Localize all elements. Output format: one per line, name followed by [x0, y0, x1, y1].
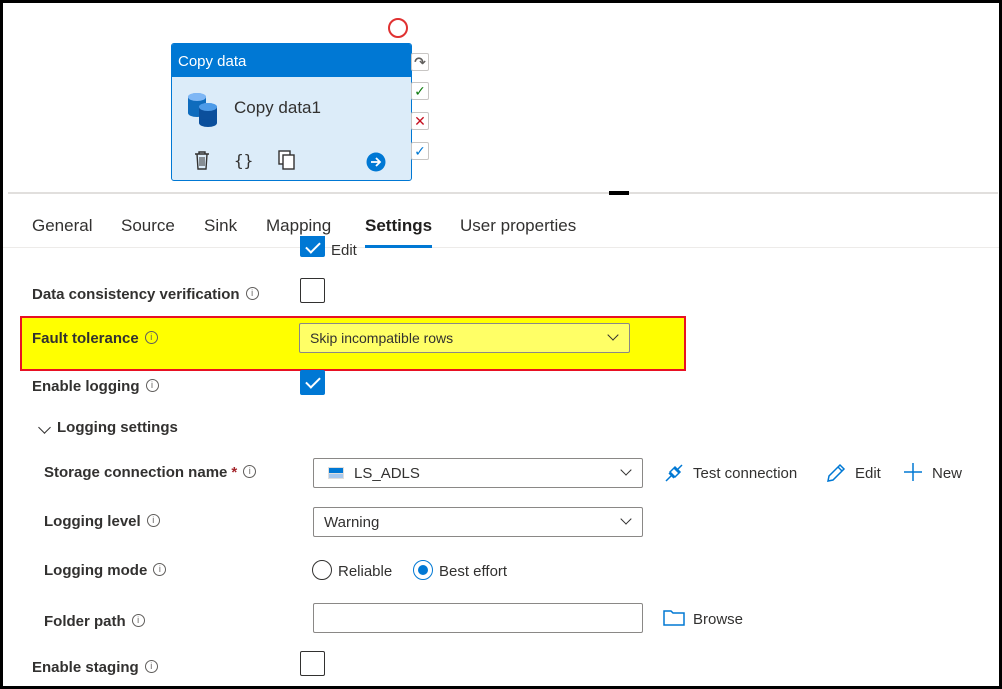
- info-icon[interactable]: i: [243, 465, 257, 478]
- radio-reliable-label: Reliable: [338, 563, 393, 580]
- folder-path-label: Folder path i: [44, 613, 145, 630]
- radio-best-effort-label: Best effort: [439, 563, 508, 580]
- fault-tolerance-label: Fault tolerance i: [32, 330, 158, 347]
- properties-tabs: General Source Sink Mapping Settings Use…: [3, 208, 999, 248]
- chevron-down-icon: [607, 329, 619, 341]
- new-connection-button[interactable]: New: [932, 465, 962, 482]
- logging-level-label: Logging level i: [44, 513, 160, 530]
- browse-button[interactable]: Browse: [693, 611, 743, 628]
- data-consistency-checkbox[interactable]: [300, 278, 325, 303]
- edit-checkbox-label: Edit: [331, 242, 357, 259]
- activity-name: Copy data1: [234, 98, 321, 117]
- enable-logging-checkbox[interactable]: [300, 370, 325, 395]
- panel-divider: [8, 192, 998, 194]
- enable-logging-label: Enable logging i: [32, 378, 159, 395]
- tab-source[interactable]: Source: [121, 216, 175, 236]
- pipeline-canvas[interactable]: Copy data Copy data1 {} ↷ ✓ ✕ ✓: [3, 3, 999, 193]
- radio-best-effort[interactable]: [413, 560, 433, 580]
- chevron-down-icon: [620, 513, 632, 525]
- info-icon[interactable]: i: [144, 660, 158, 673]
- info-icon[interactable]: i: [245, 287, 259, 300]
- folder-icon: [663, 610, 685, 626]
- storage-connection-value: LS_ADLS: [354, 465, 420, 482]
- logging-level-value: Warning: [324, 514, 380, 531]
- info-icon[interactable]: i: [131, 614, 145, 627]
- clone-icon[interactable]: [277, 150, 297, 170]
- completion-check-icon[interactable]: ✓: [411, 142, 429, 160]
- info-icon[interactable]: i: [146, 514, 160, 527]
- arrow-right-icon[interactable]: [366, 152, 386, 172]
- copy-data-activity[interactable]: Copy data Copy data1 {}: [171, 43, 412, 181]
- plus-icon: [904, 463, 922, 481]
- enable-staging-checkbox[interactable]: [300, 651, 325, 676]
- window-frame: Copy data Copy data1 {} ↷ ✓ ✕ ✓ General …: [0, 0, 1002, 689]
- trash-icon[interactable]: [193, 150, 211, 170]
- database-icon: [188, 93, 217, 127]
- info-icon[interactable]: i: [145, 379, 159, 392]
- logging-settings-header[interactable]: Logging settings: [57, 419, 178, 436]
- required-asterisk: *: [231, 464, 238, 481]
- failure-x-icon[interactable]: ✕: [411, 112, 429, 130]
- logging-mode-label: Logging mode i: [44, 562, 167, 579]
- fault-tolerance-dropdown[interactable]: Skip incompatible rows: [299, 323, 630, 353]
- activity-type-title: Copy data: [172, 44, 411, 77]
- code-braces-icon[interactable]: {}: [234, 150, 254, 170]
- storage-connection-dropdown[interactable]: LS_ADLS: [313, 458, 643, 488]
- activity-handle-circle[interactable]: [388, 18, 408, 38]
- linked-service-icon: [328, 467, 344, 479]
- enable-staging-label: Enable staging i: [32, 659, 158, 676]
- radio-reliable[interactable]: [312, 560, 332, 580]
- tab-mapping[interactable]: Mapping: [266, 216, 331, 236]
- chevron-down-icon: [620, 464, 632, 476]
- test-connection-icon: [665, 464, 683, 482]
- test-connection-button[interactable]: Test connection: [693, 465, 797, 482]
- tab-user-properties[interactable]: User properties: [460, 216, 576, 236]
- tab-settings[interactable]: Settings: [365, 216, 433, 248]
- svg-text:{}: {}: [234, 151, 253, 170]
- info-icon[interactable]: i: [144, 331, 158, 344]
- panel-resize-handle[interactable]: [609, 191, 629, 195]
- tab-sink[interactable]: Sink: [204, 216, 237, 236]
- chevron-down-icon[interactable]: [38, 421, 51, 434]
- success-check-icon[interactable]: ✓: [411, 82, 429, 100]
- tab-general[interactable]: General: [32, 216, 92, 236]
- data-consistency-label: Data consistency verification i: [32, 286, 259, 303]
- storage-connection-label: Storage connection name * i: [44, 464, 257, 481]
- logging-level-dropdown[interactable]: Warning: [313, 507, 643, 537]
- info-icon[interactable]: i: [153, 563, 167, 576]
- folder-path-input[interactable]: [313, 603, 643, 633]
- edit-checkbox[interactable]: [300, 236, 325, 257]
- completion-redo-icon[interactable]: ↷: [411, 53, 429, 71]
- edit-connection-button[interactable]: Edit: [855, 465, 881, 482]
- fault-tolerance-value: Skip incompatible rows: [310, 330, 454, 346]
- pencil-icon: [827, 463, 846, 482]
